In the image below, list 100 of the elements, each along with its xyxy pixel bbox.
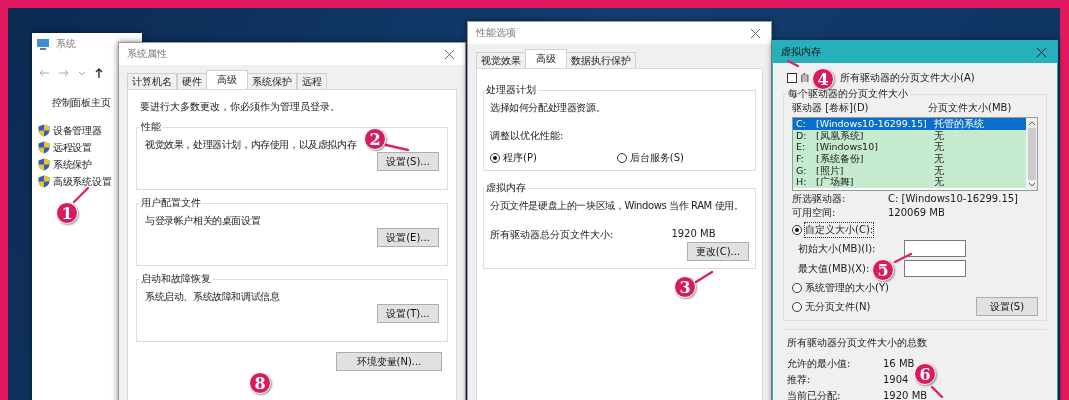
field-label: 最大值(MB)(X): bbox=[798, 262, 870, 274]
field-label: 可用空间: bbox=[792, 205, 837, 220]
paging-size: 无 bbox=[934, 176, 944, 189]
scrollbar[interactable] bbox=[1026, 118, 1037, 190]
radio-button[interactable] bbox=[490, 153, 500, 163]
control-panel-home-link[interactable]: 控制面板主页 bbox=[52, 96, 111, 110]
shield-icon bbox=[38, 175, 50, 188]
shield-icon bbox=[38, 158, 50, 171]
field-value: C: [Windows10-16299.15] bbox=[888, 193, 1019, 204]
drive-label: [照片] bbox=[816, 164, 845, 177]
tab[interactable]: 系统保护 bbox=[247, 73, 297, 89]
radio-button[interactable] bbox=[792, 301, 802, 312]
sidebar-link[interactable]: 系统保护 bbox=[53, 157, 92, 172]
radio-label[interactable]: 程序(P) bbox=[503, 151, 537, 165]
checkbox-label[interactable]: 所有驱动器的分页文件大小(A) bbox=[840, 71, 975, 85]
field-label: 调整以优化性能: bbox=[490, 129, 565, 143]
tab[interactable]: 远程 bbox=[297, 73, 327, 89]
window-title: 性能选项 bbox=[476, 26, 516, 40]
sidebar-link[interactable]: 设备管理器 bbox=[53, 123, 102, 138]
field-label: 当前已分配: bbox=[787, 388, 842, 400]
group-description: 分页文件是硬盘上的一块区域，Windows 当作 RAM 使用。 bbox=[490, 199, 744, 213]
drive-letter: E: bbox=[796, 141, 807, 154]
field-label: 所选驱动器: bbox=[792, 191, 847, 206]
set-button[interactable]: 设置(S) bbox=[976, 297, 1038, 316]
close-icon[interactable] bbox=[444, 48, 455, 60]
group-description: 与登录帐户相关的桌面设置 bbox=[145, 214, 261, 228]
monitor-icon bbox=[36, 38, 50, 50]
group-description: 视觉效果，处理器计划，内存使用，以及虚拟内存 bbox=[145, 138, 357, 152]
settings-button[interactable]: 设置(S)... bbox=[377, 152, 439, 171]
drive-row[interactable]: F: [系统备份] 无 bbox=[793, 153, 1026, 165]
input-field[interactable] bbox=[904, 240, 966, 257]
field-label: 推荐: bbox=[787, 372, 812, 387]
radio-button[interactable] bbox=[616, 153, 627, 163]
shield-icon bbox=[38, 141, 50, 154]
tab[interactable]: 计算机名 bbox=[127, 73, 177, 89]
tab[interactable]: 数据执行保护 bbox=[566, 52, 636, 68]
group-title: 处理器计划 bbox=[485, 83, 537, 97]
paging-size: 托管的系统 bbox=[934, 118, 984, 130]
sidebar-link[interactable]: 远程设置 bbox=[53, 140, 92, 155]
group-description: 系统启动、系统故障和调试信息 bbox=[145, 290, 280, 304]
group-title: 用户配置文件 bbox=[140, 196, 202, 210]
field-label: 初始大小(MB)(I): bbox=[798, 242, 876, 254]
checkbox[interactable] bbox=[787, 73, 797, 83]
drive-label: [Windows10] bbox=[816, 141, 879, 153]
group-title: 每个驱动器的分页文件大小 bbox=[787, 87, 909, 101]
close-icon[interactable] bbox=[1036, 46, 1047, 58]
up-icon[interactable] bbox=[94, 67, 104, 79]
window-title: 系统属性 bbox=[127, 47, 167, 61]
group-title: 启动和故障恢复 bbox=[140, 272, 212, 286]
radio-label[interactable]: 后台服务(S) bbox=[629, 151, 684, 165]
field-value: 1920 MB bbox=[883, 390, 928, 400]
radio-label[interactable]: 无分页文件(N) bbox=[805, 299, 871, 314]
drive-letter: H: bbox=[796, 176, 808, 189]
field-value: 1920 MB bbox=[671, 228, 716, 241]
drive-letter: G: bbox=[796, 164, 808, 177]
sidebar-link[interactable]: 高级系统设置 bbox=[53, 174, 112, 189]
group-title: 虚拟内存 bbox=[485, 181, 527, 195]
drive-label: [系统备份] bbox=[816, 153, 865, 165]
scroll-up-icon[interactable] bbox=[1027, 120, 1036, 126]
drive-row[interactable]: E: [Windows10] 无 bbox=[793, 141, 1026, 154]
drive-label: [广场舞] bbox=[816, 176, 855, 189]
column-header: 分页文件大小(MB) bbox=[928, 101, 1012, 115]
tab[interactable]: 视觉效果 bbox=[476, 52, 526, 68]
paging-size: 无 bbox=[934, 153, 944, 165]
drive-letter: F: bbox=[796, 153, 805, 165]
field-label: 允许的最小值: bbox=[787, 356, 852, 371]
drive-label: [Windows10-16299.15] bbox=[816, 118, 928, 130]
column-header: 驱动器 [卷标](D) bbox=[792, 101, 870, 115]
window-title: 系统 bbox=[56, 37, 76, 51]
field-value: 1904 bbox=[883, 374, 909, 385]
environment-variables-button[interactable]: 环境变量(N)... bbox=[336, 352, 442, 371]
field-value: 16 MB bbox=[883, 358, 915, 369]
checkbox-label[interactable]: 自 bbox=[800, 71, 810, 85]
drive-row[interactable]: C: [Windows10-16299.15] 托管的系统 bbox=[793, 118, 1026, 130]
admin-note: 要进行大多数更改，你必须作为管理员登录。 bbox=[140, 100, 341, 114]
tab[interactable]: 高级 bbox=[206, 70, 248, 89]
scroll-down-icon[interactable] bbox=[1027, 182, 1036, 188]
drive-letter: D: bbox=[796, 129, 808, 142]
field-value: 120069 MB bbox=[888, 207, 945, 218]
paging-size: 无 bbox=[934, 164, 944, 177]
field-label: 所有驱动器总分页文件大小: bbox=[490, 228, 614, 242]
radio-label[interactable]: 自定义大小(C): bbox=[805, 223, 874, 237]
settings-button[interactable]: 设置(E)... bbox=[377, 228, 439, 247]
paging-size: 无 bbox=[934, 141, 944, 154]
drive-label: [凤凰系统] bbox=[816, 129, 865, 142]
drive-letter: C: bbox=[796, 118, 807, 130]
group-title: 所有驱动器分页文件大小的总数 bbox=[787, 336, 928, 350]
group-title: 性能 bbox=[140, 120, 162, 134]
settings-button[interactable]: 设置(T)... bbox=[377, 304, 439, 323]
tab[interactable]: 硬件 bbox=[177, 73, 207, 89]
close-icon[interactable] bbox=[750, 27, 761, 39]
drive-row[interactable]: H: [广场舞] 无 bbox=[793, 176, 1026, 189]
group-description: 选择如何分配处理器资源。 bbox=[490, 101, 606, 115]
change-button[interactable]: 更改(C)... bbox=[687, 242, 749, 261]
tab[interactable]: 高级 bbox=[525, 49, 567, 68]
radio-button[interactable] bbox=[792, 283, 802, 293]
radio-label[interactable]: 系统管理的大小(Y) bbox=[805, 281, 889, 295]
input-field[interactable] bbox=[904, 260, 966, 277]
radio-button[interactable] bbox=[792, 225, 802, 235]
shield-icon bbox=[38, 124, 50, 137]
